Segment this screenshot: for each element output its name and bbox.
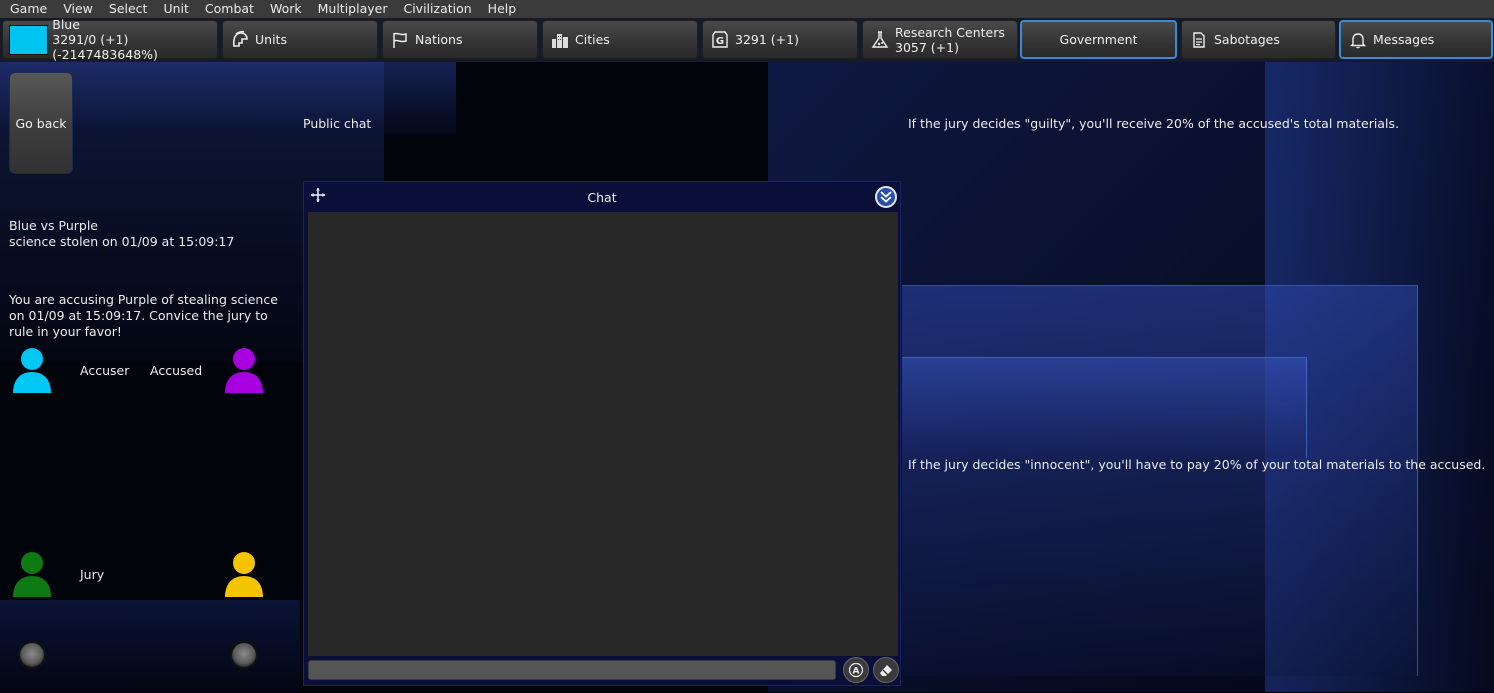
accusation-text: You are accusing Purple of stealing scie… (9, 292, 278, 339)
chat-title: Chat (587, 189, 617, 205)
menu-multiplayer[interactable]: Multiplayer (308, 0, 394, 18)
menu-combat[interactable]: Combat (195, 0, 260, 18)
spartan-helmet-icon (229, 29, 251, 51)
messages-button[interactable]: Messages (1339, 20, 1493, 59)
flask-icon (869, 29, 891, 51)
case-subtitle: science stolen on 01/09 at 15:09:17 (9, 234, 235, 249)
background-panel (902, 357, 1307, 458)
chat-input[interactable] (308, 660, 836, 680)
sabotages-label: Sabotages (1214, 32, 1280, 47)
menu-view[interactable]: View (53, 0, 99, 18)
flag-icon (389, 29, 411, 51)
player-button[interactable]: Blue 3291/0 (+1) (-2147483648%) (2, 17, 218, 62)
vote-indicator (232, 643, 256, 667)
units-label: Units (255, 32, 287, 47)
double-chevron-down-icon (880, 191, 892, 203)
innocent-outcome-text: If the jury decides "innocent", you'll h… (908, 457, 1486, 472)
svg-text:A: A (853, 667, 860, 677)
research-button[interactable]: Research Centers 3057 (+1) (862, 20, 1018, 59)
player-name: Blue (52, 17, 80, 32)
jury-label: Jury (80, 567, 105, 582)
government-label: Government (1059, 32, 1138, 47)
accuser-label: Accuser (80, 363, 130, 378)
gold-coin-icon: G (709, 29, 731, 51)
menu-game[interactable]: Game (0, 0, 53, 18)
menu-work[interactable]: Work (260, 0, 308, 18)
collapse-button[interactable] (875, 186, 897, 208)
city-icon (549, 29, 571, 51)
jury-person-icon (13, 552, 51, 597)
menu-unit[interactable]: Unit (153, 0, 194, 18)
chat-window: Chat A (303, 181, 901, 686)
sabotages-button[interactable]: Sabotages (1181, 20, 1336, 59)
units-button[interactable]: Units (222, 20, 378, 59)
accused-label: Accused (150, 363, 203, 378)
vote-indicator (20, 643, 44, 667)
background-panel (0, 600, 300, 693)
messages-label: Messages (1373, 32, 1435, 47)
chat-messages-area[interactable] (308, 212, 898, 656)
accuser-person-icon (13, 348, 51, 393)
at-sign-icon: A (848, 662, 864, 678)
nations-button[interactable]: Nations (382, 20, 538, 59)
svg-text:G: G (716, 36, 724, 47)
gold-button[interactable]: G 3291 (+1) (702, 20, 858, 59)
menu-civilization[interactable]: Civilization (393, 0, 477, 18)
cities-label: Cities (575, 32, 610, 47)
jury-person-icon (225, 552, 263, 597)
case-title: Blue vs Purple (9, 218, 98, 233)
background-panel (1265, 62, 1494, 692)
document-icon (1188, 29, 1210, 51)
top-toolbar: Blue 3291/0 (+1) (-2147483648%) Units Na… (0, 17, 1494, 62)
eraser-icon (880, 665, 892, 676)
gold-label: 3291 (+1) (735, 32, 799, 47)
menu-select[interactable]: Select (99, 0, 154, 18)
nations-label: Nations (415, 32, 463, 47)
research-label: Research Centers (895, 24, 1005, 40)
menu-bar: Game View Select Unit Combat Work Multip… (0, 0, 1494, 18)
background-panel (902, 285, 1418, 676)
government-button[interactable]: Government (1020, 20, 1177, 59)
player-color-swatch (9, 24, 49, 55)
research-value: 3057 (+1) (895, 39, 959, 55)
move-icon[interactable] (310, 187, 326, 203)
cities-button[interactable]: Cities (542, 20, 698, 59)
player-stats: 3291/0 (+1) (-2147483648%) (52, 32, 158, 62)
public-chat-label: Public chat (303, 116, 372, 131)
guilty-outcome-text: If the jury decides "guilty", you'll rec… (908, 116, 1399, 131)
accused-person-icon (225, 348, 263, 393)
go-back-button[interactable]: Go back (9, 72, 73, 174)
clear-chat-button[interactable] (873, 657, 899, 683)
bell-icon (1347, 29, 1369, 51)
menu-help[interactable]: Help (478, 0, 523, 18)
mention-button[interactable]: A (843, 657, 869, 683)
